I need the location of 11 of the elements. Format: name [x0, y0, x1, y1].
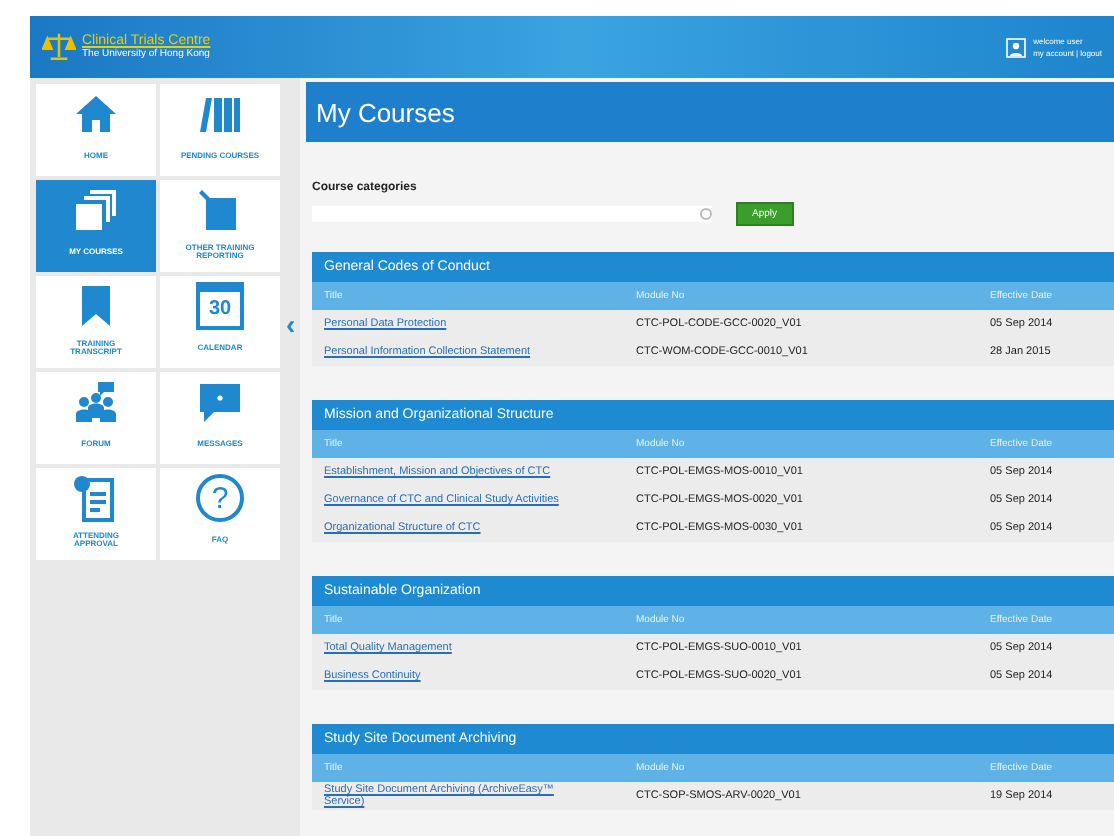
- people-icon: [72, 378, 120, 426]
- stacked-pages-icon: [72, 186, 120, 234]
- approved-document-icon: [72, 474, 120, 522]
- speech-bubble-icon: [196, 378, 244, 426]
- user-icon[interactable]: [1005, 37, 1026, 57]
- page-title: My Courses: [306, 82, 1114, 142]
- help-icon: ?: [196, 474, 244, 522]
- calendar-icon: 30: [196, 282, 244, 330]
- house-icon: [72, 90, 120, 138]
- scales-icon: [42, 32, 76, 62]
- collapse-button[interactable]: ‹: [282, 310, 300, 338]
